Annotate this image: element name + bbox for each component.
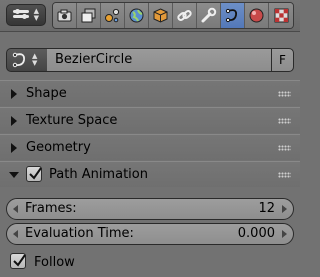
object-icon [153,8,168,23]
render-layers-icon [81,8,96,23]
checkmark-icon [13,254,26,267]
render-icon [57,9,72,22]
world-icon [129,8,144,23]
checkmark-icon [29,167,42,180]
texture-icon [274,8,288,23]
tab-scene[interactable] [101,3,125,28]
tab-material[interactable] [245,3,269,28]
material-icon [249,8,264,23]
decrement-arrow-icon[interactable] [13,205,18,213]
panel-texture-space[interactable]: Texture Space [0,107,300,133]
curve-data-icon [225,8,237,23]
increment-arrow-icon[interactable] [282,230,287,238]
panel-geometry[interactable]: Geometry [0,134,300,160]
panel-title: Path Animation [49,167,148,182]
evaluation-time-label: Evaluation Time: [25,226,134,241]
curve-datablock-selector: ▲ ▼ BezierCircle F [6,48,294,72]
drag-grip-icon[interactable] [278,91,291,97]
evaluation-time-value: 0.000 [237,226,275,241]
panel-title: Shape [26,86,67,101]
tab-render[interactable] [53,3,77,28]
collapse-triangle-icon [11,143,17,153]
scene-icon [105,8,120,23]
curve-data-icon [12,52,25,68]
datablock-name-field[interactable]: BezierCircle [47,48,272,72]
up-down-arrows-icon: ▲ ▼ [32,52,38,67]
datablock-browse-button[interactable]: ▲ ▼ [6,48,48,72]
tab-world[interactable] [125,3,149,28]
drag-grip-icon[interactable] [278,172,291,178]
follow-checkbox[interactable] [10,253,26,269]
frames-number-field[interactable]: Frames: 12 [6,198,294,220]
tab-render-layers[interactable] [77,3,101,28]
context-tabs [52,2,294,29]
collapse-triangle-icon [11,116,17,126]
increment-arrow-icon[interactable] [282,205,287,213]
panel-title: Geometry [26,140,91,155]
panel-path-animation[interactable]: Path Animation [0,161,300,187]
properties-editor-icon [13,9,29,20]
drag-grip-icon[interactable] [278,145,291,151]
tab-modifiers[interactable] [197,3,221,28]
frames-label: Frames: [25,201,77,216]
drag-grip-icon[interactable] [278,118,291,124]
tab-texture[interactable] [269,3,293,28]
modifiers-wrench-icon [201,7,217,23]
decrement-arrow-icon[interactable] [13,230,18,238]
expand-triangle-icon [9,172,19,178]
tab-constraints[interactable] [173,3,197,28]
tab-object[interactable] [149,3,173,28]
up-down-arrows-icon: ▲ ▼ [33,7,39,22]
fake-user-button[interactable]: F [271,48,294,72]
evaluation-time-number-field[interactable]: Evaluation Time: 0.000 [6,223,294,245]
path-animation-enable-checkbox[interactable] [26,166,42,182]
constraints-icon [177,10,192,21]
tab-curve-data[interactable] [221,3,245,28]
panel-shape[interactable]: Shape [0,80,300,106]
panel-title: Texture Space [26,113,118,128]
properties-header: ▲ ▼ [0,0,300,32]
follow-label[interactable]: Follow [34,254,75,271]
editor-type-selector[interactable]: ▲ ▼ [6,4,46,26]
collapse-triangle-icon [11,89,17,99]
frames-value: 12 [258,201,275,216]
